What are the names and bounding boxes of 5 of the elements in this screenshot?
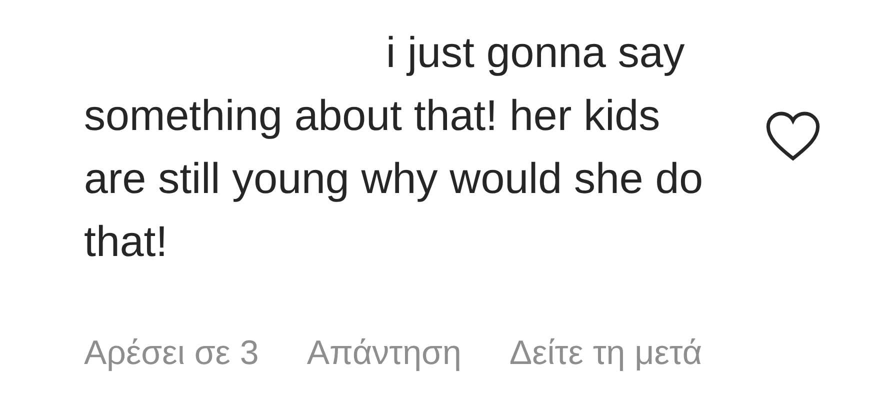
comment-action-link[interactable]: Αρέσει σε 3 <box>84 334 259 373</box>
heart-icon[interactable] <box>764 110 822 162</box>
comment-action-link[interactable]: Δείτε τη μετά <box>509 334 702 373</box>
comment-text: i just gonna say something about that! her kids are still young why would she do that! <box>84 28 704 268</box>
comment-action-link[interactable]: Απάντηση <box>306 334 462 373</box>
